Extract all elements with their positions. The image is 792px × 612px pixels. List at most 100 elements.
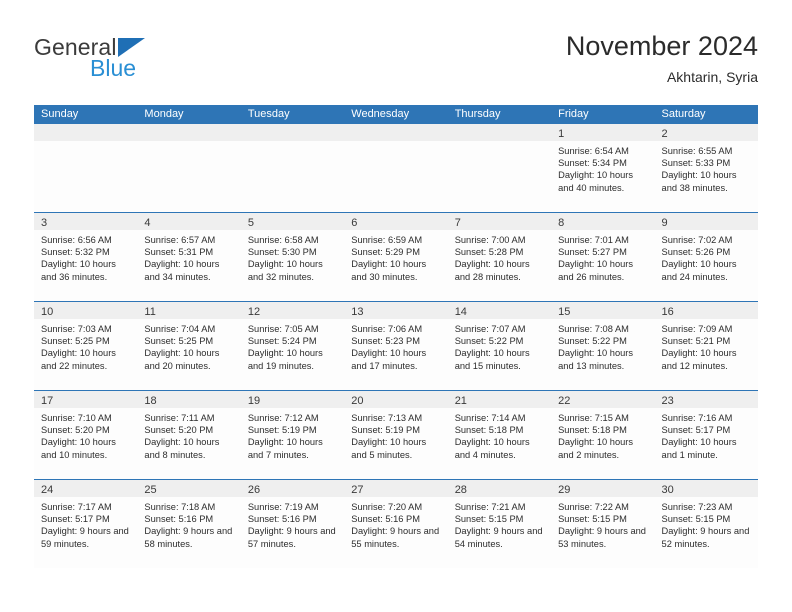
sunrise-text: Sunrise: 7:08 AM: [558, 324, 629, 334]
sunrise-text: Sunrise: 7:10 AM: [41, 413, 112, 423]
day-cell[interactable]: 13 Sunrise: 7:06 AM Sunset: 5:23 PM Dayligh…: [344, 302, 448, 390]
day-cell[interactable]: 9 Sunrise: 7:02 AM Sunset: 5:26 PM Daylight…: [654, 213, 758, 301]
day-cell[interactable]: 23 Sunrise: 7:16 AM Sunset: 5:17 PM Dayligh…: [654, 391, 758, 479]
day-cell[interactable]: 4 Sunrise: 6:57 AM Sunset: 5:31 PM Daylight…: [137, 213, 241, 301]
day-cell[interactable]: 26 Sunrise: 7:19 AM Sunset: 5:16 PM Dayligh…: [240, 480, 345, 568]
day-cell[interactable]: 2 Sunrise: 6:55 AM Sunset: 5:33 PM Daylight…: [654, 124, 758, 212]
day-cell[interactable]: 14 Sunrise: 7:07 AM Sunset: 5:22 PM Dayligh…: [447, 302, 552, 390]
day-cell[interactable]: 5 Sunrise: 6:58 AM Sunset: 5:30 PM Daylight…: [240, 213, 345, 301]
daylight-text: Daylight: 10 hours and 40 minutes.: [558, 170, 634, 193]
daylight-text: Daylight: 10 hours and 19 minutes.: [247, 348, 323, 371]
sunrise-text: Sunrise: 7:23 AM: [661, 502, 733, 512]
sunset-text: Sunset: 5:28 PM: [454, 247, 524, 258]
day-cell[interactable]: 3 Sunrise: 6:56 AM Sunset: 5:32 PM Daylight…: [34, 213, 138, 301]
day-cell[interactable]: 30 Sunrise: 7:23 AM Sunset: 5:15 PM Dayligh…: [654, 480, 758, 568]
day-cell[interactable]: 27 Sunrise: 7:20 AM Sunset: 5:16 PM Dayligh…: [344, 480, 448, 568]
sunset-text: Sunset: 5:19 PM: [247, 425, 317, 436]
day-info: Sunrise: 7:11 AM Sunset: 5:20 PM Daylight:…: [137, 408, 240, 461]
day-cell[interactable]: 29 Sunrise: 7:22 AM Sunset: 5:15 PM Dayligh…: [551, 480, 655, 568]
day-cell[interactable]: 24 Sunrise: 7:17 AM Sunset: 5:17 PM Dayligh…: [34, 480, 138, 568]
day-info: Sunrise: 7:06 AM Sunset: 5:23 PM Daylight:…: [344, 319, 447, 372]
day-cell[interactable]: 17 Sunrise: 7:10 AM Sunset: 5:20 PM Dayligh…: [34, 391, 138, 479]
daylight-text: Daylight: 10 hours and 15 minutes.: [454, 348, 530, 371]
day-number: 20: [351, 395, 364, 407]
daylight-text: Daylight: 10 hours and 24 minutes.: [661, 259, 737, 282]
day-cell[interactable]: 15 Sunrise: 7:08 AM Sunset: 5:22 PM Dayligh…: [551, 302, 655, 390]
day-cell[interactable]: 6 Sunrise: 6:59 AM Sunset: 5:29 PM Daylight…: [344, 213, 448, 301]
sunset-text: Sunset: 5:16 PM: [351, 514, 420, 525]
sunset-text: Sunset: 5:29 PM: [351, 247, 420, 258]
sunrise-text: Sunrise: 7:15 AM: [558, 413, 629, 423]
day-number-band: 6: [344, 213, 448, 230]
weekday-header-sunday: Sunday: [41, 108, 79, 120]
day-number: 30: [661, 484, 674, 496]
day-cell[interactable]: 28 Sunrise: 7:21 AM Sunset: 5:15 PM Dayligh…: [447, 480, 552, 568]
day-number: 22: [558, 395, 571, 407]
sunrise-text: Sunrise: 6:56 AM: [41, 235, 112, 245]
day-number: 13: [351, 306, 364, 318]
weekday-header-monday: Monday: [144, 108, 184, 120]
day-info: Sunrise: 7:13 AM Sunset: 5:19 PM Daylight:…: [344, 408, 447, 461]
sunrise-text: Sunrise: 7:09 AM: [661, 324, 733, 334]
day-info: Sunrise: 6:58 AM Sunset: 5:30 PM Daylight:…: [241, 230, 344, 283]
day-number: 8: [558, 217, 565, 229]
day-number: 14: [454, 306, 467, 318]
day-info: Sunrise: 6:54 AM Sunset: 5:34 PM Daylight:…: [551, 141, 654, 194]
day-info: Sunrise: 7:23 AM Sunset: 5:15 PM Daylight:…: [655, 497, 758, 550]
sunrise-text: Sunrise: 6:59 AM: [351, 235, 423, 245]
day-info: Sunrise: 7:21 AM Sunset: 5:15 PM Daylight:…: [448, 497, 551, 550]
day-number: 28: [454, 484, 467, 496]
sunset-text: Sunset: 5:18 PM: [454, 425, 524, 436]
day-cell[interactable]: 12 Sunrise: 7:05 AM Sunset: 5:24 PM Dayligh…: [240, 302, 345, 390]
brand-logo[interactable]: General Blue: [34, 34, 274, 84]
day-number: 19: [247, 395, 261, 407]
day-cell[interactable]: 11 Sunrise: 7:04 AM Sunset: 5:25 PM Dayligh…: [137, 302, 241, 390]
day-cell[interactable]: 8 Sunrise: 7:01 AM Sunset: 5:27 PM Daylight…: [551, 213, 655, 301]
day-cell[interactable]: 25 Sunrise: 7:18 AM Sunset: 5:16 PM Dayligh…: [137, 480, 241, 568]
weekday-header-friday: Friday: [558, 108, 589, 120]
sunset-text: Sunset: 5:17 PM: [41, 514, 110, 525]
day-cell[interactable]: 1 Sunrise: 6:54 AM Sunset: 5:34 PM Daylight…: [551, 124, 655, 212]
day-info: Sunrise: 7:12 AM Sunset: 5:19 PM Daylight:…: [241, 408, 344, 461]
daylight-text: Daylight: 10 hours and 20 minutes.: [144, 348, 220, 371]
sunset-text: Sunset: 5:24 PM: [247, 336, 317, 347]
calendar-week-row: 17 Sunrise: 7:10 AM Sunset: 5:20 PM Dayligh…: [34, 390, 758, 479]
day-cell[interactable]: 20 Sunrise: 7:13 AM Sunset: 5:19 PM Dayligh…: [344, 391, 448, 479]
daylight-text: Daylight: 10 hours and 12 minutes.: [661, 348, 737, 371]
day-number-band: [344, 124, 448, 141]
day-number: 18: [144, 395, 157, 407]
sunrise-text: Sunrise: 7:17 AM: [41, 502, 112, 512]
sunrise-text: Sunrise: 7:01 AM: [558, 235, 629, 245]
day-cell[interactable]: 7 Sunrise: 7:00 AM Sunset: 5:28 PM Daylight…: [447, 213, 552, 301]
day-number: 17: [41, 395, 54, 407]
day-cell[interactable]: 19 Sunrise: 7:12 AM Sunset: 5:19 PM Dayligh…: [240, 391, 345, 479]
day-info: Sunrise: 7:18 AM Sunset: 5:16 PM Daylight:…: [137, 497, 240, 550]
sunset-text: Sunset: 5:32 PM: [41, 247, 110, 258]
day-number: 25: [144, 484, 157, 496]
sunset-text: Sunset: 5:15 PM: [661, 514, 731, 525]
day-cell[interactable]: 10 Sunrise: 7:03 AM Sunset: 5:25 PM Dayligh…: [34, 302, 138, 390]
daylight-text: Daylight: 10 hours and 2 minutes.: [558, 437, 634, 460]
sunrise-text: Sunrise: 7:05 AM: [247, 324, 319, 334]
title-block: November 2024 Akhtarin, Syria: [566, 30, 758, 86]
day-cell[interactable]: 21 Sunrise: 7:14 AM Sunset: 5:18 PM Dayligh…: [447, 391, 552, 479]
day-number-band: 24: [34, 480, 138, 497]
day-cell[interactable]: 16 Sunrise: 7:09 AM Sunset: 5:21 PM Dayligh…: [654, 302, 758, 390]
day-info: Sunrise: 7:09 AM Sunset: 5:21 PM Daylight:…: [655, 319, 758, 372]
sunset-text: Sunset: 5:31 PM: [144, 247, 214, 258]
calendar-grid: Sunday Monday Tuesday Wednesday Thursday Frid…: [34, 105, 758, 568]
day-number-band: 19: [240, 391, 345, 408]
day-number: 1: [558, 128, 565, 140]
day-cell-empty: [34, 124, 138, 212]
day-number-band: [240, 124, 345, 141]
day-info: Sunrise: 6:56 AM Sunset: 5:32 PM Daylight:…: [34, 230, 137, 283]
day-info: Sunrise: 7:16 AM Sunset: 5:17 PM Daylight:…: [655, 408, 758, 461]
day-cell[interactable]: 18 Sunrise: 7:11 AM Sunset: 5:20 PM Dayligh…: [137, 391, 241, 479]
day-cell[interactable]: 22 Sunrise: 7:15 AM Sunset: 5:18 PM Dayligh…: [551, 391, 655, 479]
sunset-text: Sunset: 5:20 PM: [144, 425, 214, 436]
day-number-band: 28: [447, 480, 552, 497]
calendar-week-row: 10 Sunrise: 7:03 AM Sunset: 5:25 PM Dayligh…: [34, 301, 758, 390]
day-cell-empty: [447, 124, 552, 212]
day-info: Sunrise: 7:17 AM Sunset: 5:17 PM Daylight:…: [34, 497, 137, 550]
day-number: 3: [41, 217, 48, 229]
